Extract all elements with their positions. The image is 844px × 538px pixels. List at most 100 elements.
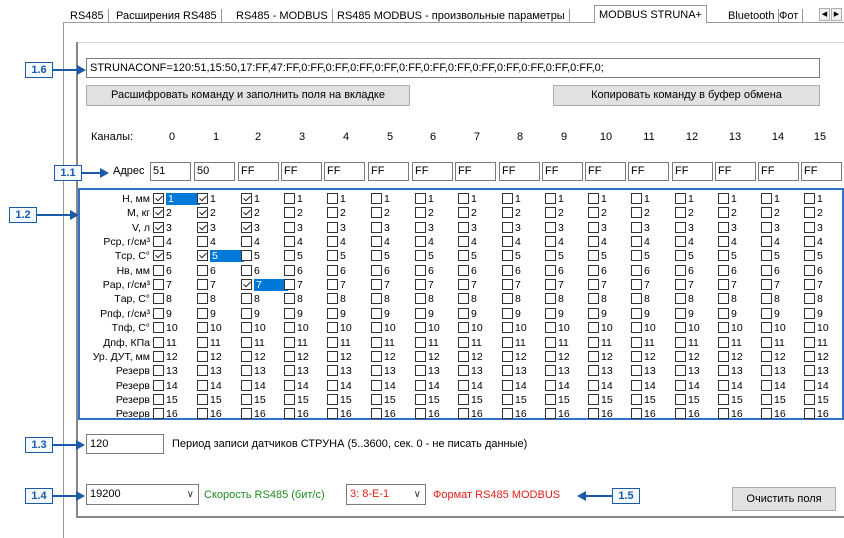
checkbox[interactable] — [588, 265, 599, 276]
checkbox[interactable] — [241, 236, 252, 247]
checkbox[interactable] — [675, 193, 686, 204]
checkbox[interactable] — [588, 322, 599, 333]
checkbox[interactable] — [153, 308, 164, 319]
checkbox[interactable] — [284, 337, 295, 348]
checkbox[interactable] — [197, 322, 208, 333]
checkbox[interactable] — [371, 394, 382, 405]
address-field-14[interactable]: FF — [758, 162, 799, 181]
checkbox[interactable] — [718, 351, 729, 362]
checkbox[interactable] — [153, 322, 164, 333]
checkbox[interactable] — [588, 408, 599, 419]
checkbox[interactable] — [545, 250, 556, 261]
checkbox[interactable] — [284, 322, 295, 333]
checkbox[interactable] — [502, 365, 513, 376]
checkbox[interactable] — [284, 308, 295, 319]
checkbox[interactable] — [371, 207, 382, 218]
checkbox[interactable] — [502, 322, 513, 333]
checkbox[interactable] — [502, 250, 513, 261]
checkbox[interactable] — [502, 193, 513, 204]
checkbox[interactable] — [502, 394, 513, 405]
checkbox[interactable] — [631, 207, 642, 218]
checkbox[interactable] — [545, 380, 556, 391]
checkbox[interactable] — [458, 380, 469, 391]
checkbox[interactable] — [458, 222, 469, 233]
checkbox-checked[interactable] — [241, 207, 252, 218]
checkbox[interactable] — [458, 250, 469, 261]
address-field-2[interactable]: FF — [238, 162, 279, 181]
checkbox[interactable] — [588, 236, 599, 247]
checkbox[interactable] — [371, 293, 382, 304]
checkbox[interactable] — [458, 207, 469, 218]
tab-3[interactable]: RS485 MODBUS - произвольные параметры — [333, 9, 570, 23]
checkbox[interactable] — [458, 293, 469, 304]
checkbox[interactable] — [502, 265, 513, 276]
checkbox[interactable] — [458, 193, 469, 204]
checkbox[interactable] — [545, 207, 556, 218]
checkbox[interactable] — [761, 365, 772, 376]
address-field-5[interactable]: FF — [368, 162, 409, 181]
checkbox[interactable] — [284, 394, 295, 405]
checkbox[interactable] — [718, 293, 729, 304]
format-select[interactable]: 3: 8-E-1 ∨ — [346, 484, 426, 505]
checkbox[interactable] — [631, 408, 642, 419]
checkbox[interactable] — [241, 293, 252, 304]
checkbox[interactable] — [197, 265, 208, 276]
checkbox[interactable] — [197, 279, 208, 290]
checkbox[interactable] — [371, 408, 382, 419]
checkbox[interactable] — [761, 337, 772, 348]
checkbox[interactable] — [153, 408, 164, 419]
address-field-0[interactable]: 51 — [150, 162, 191, 181]
address-field-1[interactable]: 50 — [194, 162, 235, 181]
checkbox-checked[interactable] — [241, 193, 252, 204]
checkbox[interactable] — [761, 380, 772, 391]
checkbox[interactable] — [284, 408, 295, 419]
checkbox-checked[interactable] — [241, 279, 252, 290]
checkbox[interactable] — [631, 337, 642, 348]
checkbox[interactable] — [545, 322, 556, 333]
checkbox[interactable] — [502, 222, 513, 233]
checkbox[interactable] — [675, 250, 686, 261]
checkbox[interactable] — [675, 337, 686, 348]
checkbox[interactable] — [415, 293, 426, 304]
checkbox[interactable] — [458, 322, 469, 333]
checkbox[interactable] — [415, 193, 426, 204]
checkbox[interactable] — [327, 265, 338, 276]
checkbox[interactable] — [197, 380, 208, 391]
checkbox[interactable] — [675, 394, 686, 405]
checkbox[interactable] — [415, 308, 426, 319]
checkbox[interactable] — [241, 265, 252, 276]
checkbox[interactable] — [502, 337, 513, 348]
checkbox[interactable] — [197, 308, 208, 319]
checkbox[interactable] — [327, 293, 338, 304]
checkbox[interactable] — [415, 222, 426, 233]
checkbox[interactable] — [631, 380, 642, 391]
checkbox[interactable] — [153, 293, 164, 304]
checkbox[interactable] — [327, 193, 338, 204]
checkbox[interactable] — [458, 265, 469, 276]
checkbox[interactable] — [415, 408, 426, 419]
checkbox[interactable] — [675, 351, 686, 362]
checkbox-checked[interactable] — [153, 222, 164, 233]
checkbox[interactable] — [153, 236, 164, 247]
checkbox[interactable] — [153, 337, 164, 348]
checkbox[interactable] — [631, 365, 642, 376]
address-field-4[interactable]: FF — [324, 162, 365, 181]
checkbox[interactable] — [284, 236, 295, 247]
checkbox[interactable] — [588, 293, 599, 304]
checkbox[interactable] — [718, 279, 729, 290]
checkbox[interactable] — [327, 351, 338, 362]
tab-1[interactable]: Расширения RS485 — [112, 9, 222, 23]
checkbox[interactable] — [458, 337, 469, 348]
checkbox[interactable] — [502, 308, 513, 319]
checkbox[interactable] — [415, 207, 426, 218]
clear-fields-button[interactable]: Очистить поля — [732, 487, 836, 511]
checkbox-checked[interactable] — [197, 193, 208, 204]
checkbox[interactable] — [284, 365, 295, 376]
address-field-9[interactable]: FF — [542, 162, 583, 181]
checkbox[interactable] — [545, 308, 556, 319]
checkbox[interactable] — [153, 279, 164, 290]
speed-select[interactable]: 19200 ∨ — [86, 484, 199, 505]
checkbox[interactable] — [284, 265, 295, 276]
checkbox[interactable] — [458, 279, 469, 290]
checkbox[interactable] — [415, 250, 426, 261]
